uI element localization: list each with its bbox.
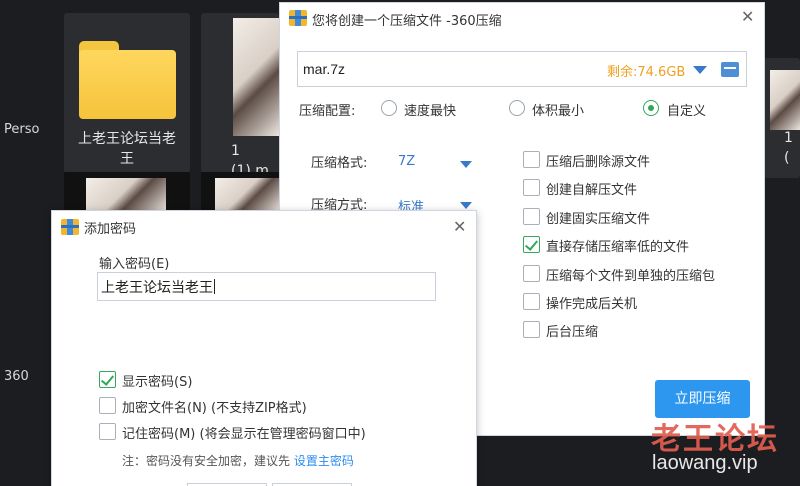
option-label: 压缩后删除源文件 [546, 155, 651, 170]
option-label: 直接存储压缩率低的文件 [546, 240, 690, 255]
image-tile[interactable]: 1 ( [764, 58, 800, 178]
checkbox-checked[interactable] [99, 371, 116, 388]
close-icon[interactable]: ✕ [741, 9, 754, 25]
security-note: 注：密码没有安全加密，建议先 设置主密码 [122, 452, 354, 469]
checkbox[interactable] [523, 179, 540, 196]
radio-smallest-label[interactable]: 体积最小 [532, 100, 584, 119]
format-label: 压缩格式: [311, 156, 368, 171]
compress-dialog-title: 您将创建一个压缩文件 -360压缩 [312, 14, 502, 29]
checkbox[interactable] [523, 293, 540, 310]
password-dialog-title: 添加密码 [84, 222, 137, 237]
config-label: 压缩配置: [299, 104, 356, 119]
close-icon[interactable]: ✕ [453, 219, 466, 235]
format-select[interactable]: 7Z [398, 154, 415, 169]
folder-name: 上老王论坛当老王 [78, 131, 176, 167]
checkbox-checked[interactable] [523, 236, 540, 253]
watermark-en: laowang.vip [652, 452, 758, 474]
image-thumbnail [233, 18, 279, 136]
video-thumbnail[interactable] [201, 172, 279, 212]
folder-tile[interactable]: 上老王论坛当老王 [64, 13, 190, 173]
option-label: 创建自解压文件 [546, 183, 638, 198]
checkbox[interactable] [99, 397, 116, 414]
free-space-label: 剩余:74.6GB [607, 65, 686, 80]
radio-smallest[interactable] [509, 100, 525, 116]
option-label: 后台压缩 [546, 325, 599, 340]
compress-dialog-titlebar[interactable]: 您将创建一个压缩文件 -360压缩 ✕ [280, 3, 764, 33]
radio-fastest-label[interactable]: 速度最快 [404, 100, 456, 119]
password-input-label: 输入密码(E) [99, 257, 170, 272]
video-thumbnail[interactable] [64, 172, 190, 212]
option-label: 压缩每个文件到单独的压缩包 [546, 269, 716, 284]
option-label: 操作完成后关机 [546, 297, 638, 312]
remember-password-label: 记住密码(M) (将会显示在管理密码窗口中) [122, 427, 366, 442]
image-name: 1 ( [784, 130, 793, 166]
compress-now-button[interactable]: 立即压缩 [655, 380, 750, 418]
method-dropdown-icon[interactable] [460, 202, 472, 209]
checkbox[interactable] [523, 208, 540, 225]
radio-fastest[interactable] [381, 100, 397, 116]
option-label: 创建固实压缩文件 [546, 212, 651, 227]
folder-icon [79, 41, 176, 119]
browse-folder-icon[interactable] [721, 62, 739, 77]
show-password-label: 显示密码(S) [122, 375, 193, 390]
note-text: 注：密码没有安全加密，建议先 [122, 454, 294, 468]
password-dialog-titlebar[interactable]: 添加密码 ✕ [52, 211, 476, 241]
radio-custom-label[interactable]: 自定义 [667, 100, 706, 119]
archive-path-field[interactable]: mar.7z 剩余:74.6GB [297, 51, 747, 87]
password-value: 上老王论坛当老王 [101, 280, 213, 296]
image-thumbnail [770, 70, 800, 130]
sidebar-label-360[interactable]: 360 [4, 369, 29, 384]
image-tile[interactable]: 1 (1).m [201, 13, 279, 179]
sidebar-label-person[interactable]: Perso [4, 122, 39, 137]
checkbox[interactable] [523, 321, 540, 338]
format-dropdown-icon[interactable] [460, 161, 472, 168]
checkbox[interactable] [523, 151, 540, 168]
archive-path-text: mar.7z [303, 61, 346, 77]
set-master-password-link[interactable]: 设置主密码 [294, 454, 354, 468]
path-dropdown-icon[interactable] [693, 66, 707, 74]
checkbox[interactable] [99, 423, 116, 440]
encrypt-filenames-label: 加密文件名(N) (不支持ZIP格式) [122, 401, 307, 416]
checkbox[interactable] [523, 265, 540, 282]
password-input[interactable]: 上老王论坛当老王 [97, 272, 436, 301]
archive-icon [289, 10, 307, 26]
password-dialog: 添加密码 ✕ 输入密码(E) 上老王论坛当老王 显示密码(S) 加密文件名(N)… [51, 210, 477, 486]
archive-icon [61, 219, 79, 235]
radio-custom[interactable] [643, 100, 659, 116]
